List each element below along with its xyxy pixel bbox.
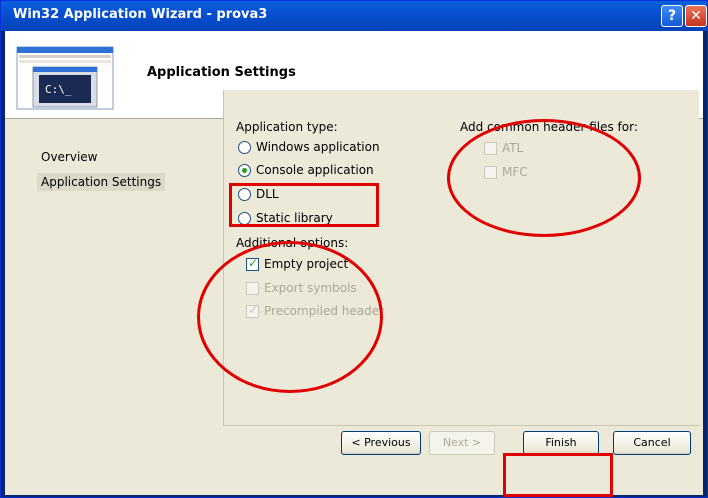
- annotation-rect-finish: [503, 453, 613, 497]
- help-button[interactable]: ?: [661, 5, 683, 27]
- close-button[interactable]: ✕: [685, 5, 707, 27]
- previous-button[interactable]: < Previous: [341, 431, 421, 455]
- nav-item-label: Overview: [41, 150, 98, 164]
- annotation-ellipse-header-files: [447, 119, 641, 237]
- page-title: Application Settings: [147, 65, 296, 80]
- console-prompt-text: C:\_: [45, 83, 72, 96]
- radio-circle-selected[interactable]: [238, 164, 251, 177]
- nav-item-application-settings[interactable]: Application Settings: [37, 173, 166, 191]
- radio-label: Console application: [256, 163, 374, 177]
- window-title: Win32 Application Wizard - prova3: [13, 7, 268, 22]
- radio-circle[interactable]: [238, 141, 251, 154]
- radio-label: Windows application: [256, 140, 380, 154]
- nav-item-overview[interactable]: Overview: [37, 148, 102, 166]
- cancel-button[interactable]: Cancel: [613, 431, 691, 455]
- footer-divider: [223, 425, 699, 426]
- help-icon: ?: [667, 8, 677, 24]
- annotation-ellipse-additional-options: [197, 241, 383, 393]
- annotation-rect-console-application: [229, 183, 379, 227]
- next-button: Next >: [429, 431, 495, 455]
- app-type-label: Application type:: [236, 120, 338, 134]
- wizard-window: Win32 Application Wizard - prova3 ? ✕ C:…: [0, 0, 708, 498]
- finish-button[interactable]: Finish: [523, 431, 599, 455]
- close-icon: ✕: [690, 8, 702, 24]
- nav-item-label: Application Settings: [41, 175, 162, 189]
- console-window-icon: C:\_: [16, 46, 114, 110]
- title-bar[interactable]: Win32 Application Wizard - prova3 ? ✕: [1, 1, 707, 31]
- wizard-nav: Overview Application Settings: [5, 120, 223, 495]
